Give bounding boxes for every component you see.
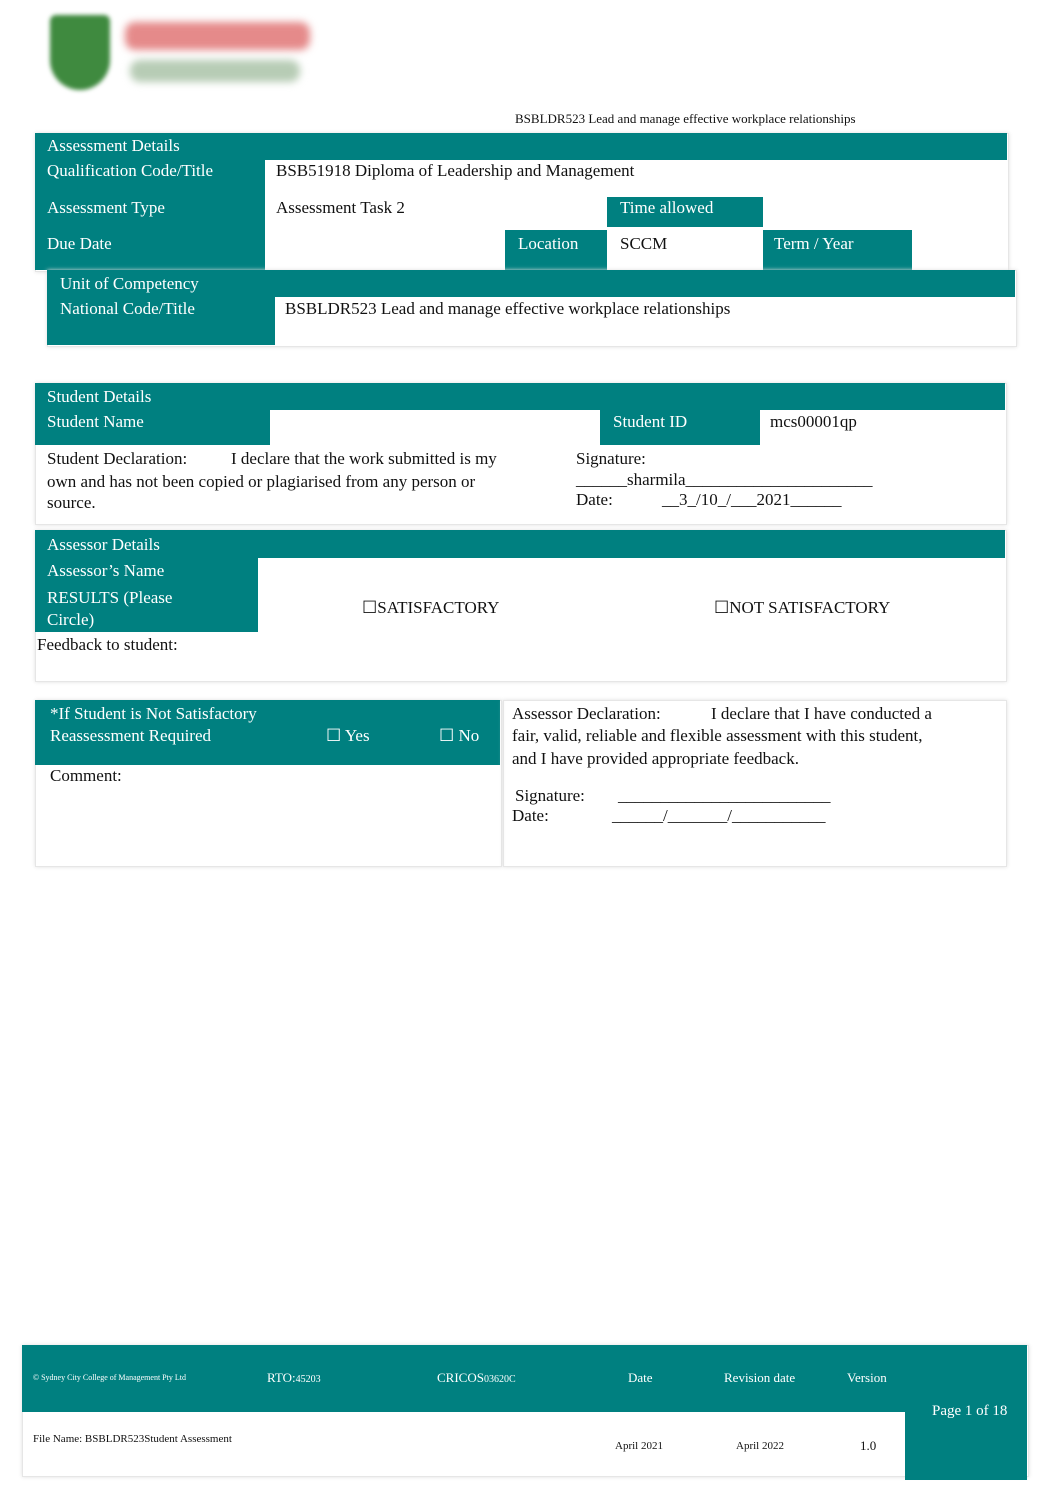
student-declaration-line3: source. [47,493,96,512]
student-name-label: Student Name [47,412,144,431]
term-year-label: Term / Year [774,234,854,253]
assessor-signature-line: _________________________ [618,786,831,805]
page: BSBLDR523 Lead and manage effective work… [0,0,1062,1506]
not-satisfactory-checkbox[interactable]: ☐NOT SATISFACTORY [714,598,890,618]
qualification-value: BSB51918 Diploma of Leadership and Manag… [276,161,635,180]
reassessment-no-checkbox[interactable]: ☐ No [439,726,479,746]
location-value: SCCM [620,234,668,253]
reassessment-yes-checkbox[interactable]: ☐ Yes [326,726,370,746]
unit-value: BSBLDR523 Lead and manage effective work… [285,299,731,318]
footer-file-name: File Name: BSBLDR523Student Assessment [33,1433,232,1445]
results-label-1: RESULTS (Please [47,588,173,607]
footer-copyright: © Sydney City College of Management Pty … [33,1373,186,1382]
student-declaration-label: Student Declaration: [47,449,188,468]
unit-label-1: Unit of Competency [60,274,199,293]
reassessment-label-2: Reassessment Required [50,726,211,745]
assessor-declaration-line2: fair, valid, reliable and flexible asses… [512,726,923,745]
student-id-value: mcs00001qp [770,412,857,431]
footer-rto: RTO:45203 [267,1370,321,1385]
page-number: Page 1 of 18 [932,1403,1008,1419]
reassessment-label-1: *If Student is Not Satisfactory [50,704,257,723]
footer-date-value: April 2021 [615,1440,663,1452]
assessment-type-label: Assessment Type [47,198,165,217]
assessor-date-line: ______/_______/___________ [612,806,826,825]
student-declaration-line1: I declare that the work submitted is my [231,449,497,468]
qualification-label: Qualification Code/Title [47,161,214,180]
assessment-details-title: Assessment Details [47,136,180,155]
due-date-label: Due Date [47,234,112,253]
date-label: Date: [576,490,613,509]
assessor-declaration-line3: and I have provided appropriate feedback… [512,749,799,768]
footer-date-label: Date [628,1370,653,1385]
footer-version-label: Version [847,1370,887,1385]
results-label-2: Circle) [47,610,95,629]
student-details-title: Student Details [47,387,152,406]
feedback-label: Feedback to student: [37,635,178,654]
date-value: __3_/10_/___2021______ [662,490,842,509]
unit-label-2: National Code/Title [60,299,195,318]
location-label: Location [518,234,579,253]
time-allowed-label: Time allowed [620,198,714,217]
assessor-details-title: Assessor Details [47,535,160,554]
satisfactory-checkbox[interactable]: ☐SATISFACTORY [362,598,499,618]
footer-version-value: 1.0 [860,1438,877,1453]
comment-label: Comment: [50,766,122,785]
assessor-signature-label: Signature: [515,786,585,805]
signature-value: ______sharmila______________________ [576,470,873,489]
header-unit-title: BSBLDR523 Lead and manage effective work… [515,111,856,126]
student-id-label: Student ID [613,412,688,431]
assessor-name-label: Assessor’s Name [47,561,165,580]
footer-revision-label: Revision date [724,1370,796,1385]
assessor-date-label: Date: [512,806,549,825]
assessment-type-value: Assessment Task 2 [276,198,405,217]
footer-revision-value: April 2022 [736,1440,784,1452]
footer-cricos: CRICOS03620C [437,1370,516,1385]
signature-label: Signature: [576,449,646,468]
assessor-declaration-label: Assessor Declaration: [512,704,661,723]
student-declaration-line2: own and has not been copied or plagiaris… [47,472,476,491]
assessor-declaration-line1: I declare that I have conducted a [711,704,932,723]
